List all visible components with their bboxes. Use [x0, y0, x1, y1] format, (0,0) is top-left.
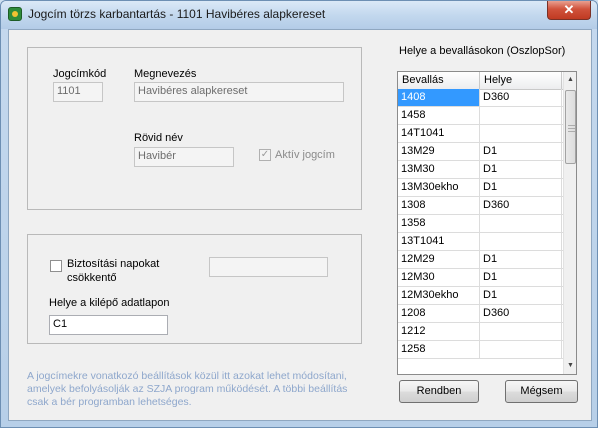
- table-row[interactable]: 1208 D360: [398, 305, 563, 323]
- table-row[interactable]: 14T1041: [398, 125, 563, 143]
- cell-bevallas[interactable]: 1358: [398, 215, 480, 232]
- rendben-button[interactable]: Rendben: [399, 380, 479, 403]
- grid-title: Helye a bevallásokon (OszlopSor): [399, 45, 566, 57]
- cell-helye[interactable]: D1: [480, 179, 562, 196]
- cell-helye[interactable]: [480, 125, 562, 142]
- grid-header: Bevallás Helye: [398, 72, 563, 90]
- biztositasi-label-line2: csökkentő: [67, 272, 117, 284]
- scroll-thumb[interactable]: — — —: [565, 90, 576, 164]
- table-row[interactable]: 13M30ekho D1: [398, 179, 563, 197]
- cell-bevallas[interactable]: 13M29: [398, 143, 480, 160]
- cell-bevallas[interactable]: 13M30: [398, 161, 480, 178]
- cell-bevallas[interactable]: 1208: [398, 305, 480, 322]
- cell-bevallas[interactable]: 14T1041: [398, 125, 480, 142]
- table-row[interactable]: 1308 D360: [398, 197, 563, 215]
- table-row[interactable]: 12M30ekho D1: [398, 287, 563, 305]
- megsem-button[interactable]: Mégsem: [505, 380, 578, 403]
- cell-bevallas[interactable]: 12M30ekho: [398, 287, 480, 304]
- cell-helye[interactable]: D360: [480, 89, 562, 106]
- table-row[interactable]: 12M30 D1: [398, 269, 563, 287]
- helye-kilepo-label: Helye a kilépő adatlapon: [49, 297, 170, 309]
- title-bar[interactable]: Jogcím törzs karbantartás - 1101 Havibér…: [1, 1, 597, 29]
- aktiv-jogcim-checkbox[interactable]: ✓: [259, 149, 271, 161]
- rovid-nev-field: Havibér: [134, 147, 234, 167]
- jogcimkod-label: Jogcímkód: [53, 68, 107, 80]
- close-button[interactable]: ✕: [547, 1, 591, 20]
- cell-helye[interactable]: D1: [480, 143, 562, 160]
- table-row[interactable]: 1258: [398, 341, 563, 359]
- table-row[interactable]: 12M29 D1: [398, 251, 563, 269]
- app-logo-icon: [8, 7, 22, 21]
- cell-bevallas[interactable]: 1258: [398, 341, 480, 358]
- scroll-down-arrow-icon[interactable]: ▼: [564, 358, 576, 374]
- table-row[interactable]: 1458: [398, 107, 563, 125]
- cell-helye[interactable]: D1: [480, 287, 562, 304]
- rovid-nev-label: Rövid név: [134, 132, 183, 144]
- table-row[interactable]: 1358: [398, 215, 563, 233]
- cell-helye[interactable]: D1: [480, 161, 562, 178]
- cell-bevallas[interactable]: 13M30ekho: [398, 179, 480, 196]
- info-text: A jogcímekre vonatkozó beállítások közül…: [27, 370, 348, 408]
- biztositasi-napokat-checkbox[interactable]: [50, 260, 62, 272]
- cell-helye[interactable]: [480, 341, 562, 358]
- table-row[interactable]: 13T1041: [398, 233, 563, 251]
- table-row[interactable]: 13M30 D1: [398, 161, 563, 179]
- grid-rows: 1408 D360 1458 14T1041 13M29 D1 13M30 D1 13M30ek…: [398, 89, 563, 359]
- table-row[interactable]: 1212: [398, 323, 563, 341]
- cell-helye[interactable]: D360: [480, 197, 562, 214]
- cell-helye[interactable]: D1: [480, 269, 562, 286]
- dialog-window: Jogcím törzs karbantartás - 1101 Havibér…: [0, 0, 598, 428]
- basic-data-group: Jogcímkód 1101 Megnevezés Havibéres alap…: [27, 47, 362, 210]
- cell-bevallas[interactable]: 13T1041: [398, 233, 480, 250]
- grip-icon: — — —: [568, 122, 575, 135]
- window-title: Jogcím törzs karbantartás - 1101 Havibér…: [28, 7, 326, 21]
- insurance-group: Biztosítási napokat csökkentő Helye a ki…: [27, 234, 362, 344]
- cell-bevallas[interactable]: 1458: [398, 107, 480, 124]
- jogcimkod-field: 1101: [53, 82, 103, 102]
- table-row[interactable]: 13M29 D1: [398, 143, 563, 161]
- table-row[interactable]: 1408 D360: [398, 89, 563, 107]
- biztositasi-value-field: [209, 257, 328, 277]
- megnevezes-field: Havibéres alapkereset: [134, 82, 344, 102]
- cell-helye[interactable]: [480, 107, 562, 124]
- cell-helye[interactable]: [480, 215, 562, 232]
- grid-scrollbar[interactable]: ▲ — — — ▼: [563, 72, 576, 374]
- cell-helye[interactable]: D360: [480, 305, 562, 322]
- cell-helye[interactable]: D1: [480, 251, 562, 268]
- biztositasi-label-line1: Biztosítási napokat: [67, 258, 160, 270]
- checkmark-icon: ✓: [260, 149, 270, 160]
- aktiv-jogcim-label: Aktív jogcím: [275, 149, 335, 161]
- cell-bevallas[interactable]: 12M29: [398, 251, 480, 268]
- column-header-bevallas[interactable]: Bevallás: [398, 72, 480, 89]
- cell-helye[interactable]: [480, 233, 562, 250]
- megnevezes-label: Megnevezés: [134, 68, 197, 80]
- cell-bevallas[interactable]: 12M30: [398, 269, 480, 286]
- scroll-up-arrow-icon[interactable]: ▲: [564, 72, 576, 88]
- cell-bevallas[interactable]: 1308: [398, 197, 480, 214]
- cell-bevallas[interactable]: 1408: [398, 89, 480, 106]
- helye-kilepo-input[interactable]: C1: [49, 315, 168, 335]
- bevallas-grid[interactable]: Bevallás Helye 1408 D360 1458 14T1041 13M29 D…: [397, 71, 577, 375]
- column-header-helye[interactable]: Helye: [480, 72, 562, 89]
- dialog-client-area: Jogcímkód 1101 Megnevezés Havibéres alap…: [8, 29, 592, 421]
- cell-helye[interactable]: [480, 323, 562, 340]
- cell-bevallas[interactable]: 1212: [398, 323, 480, 340]
